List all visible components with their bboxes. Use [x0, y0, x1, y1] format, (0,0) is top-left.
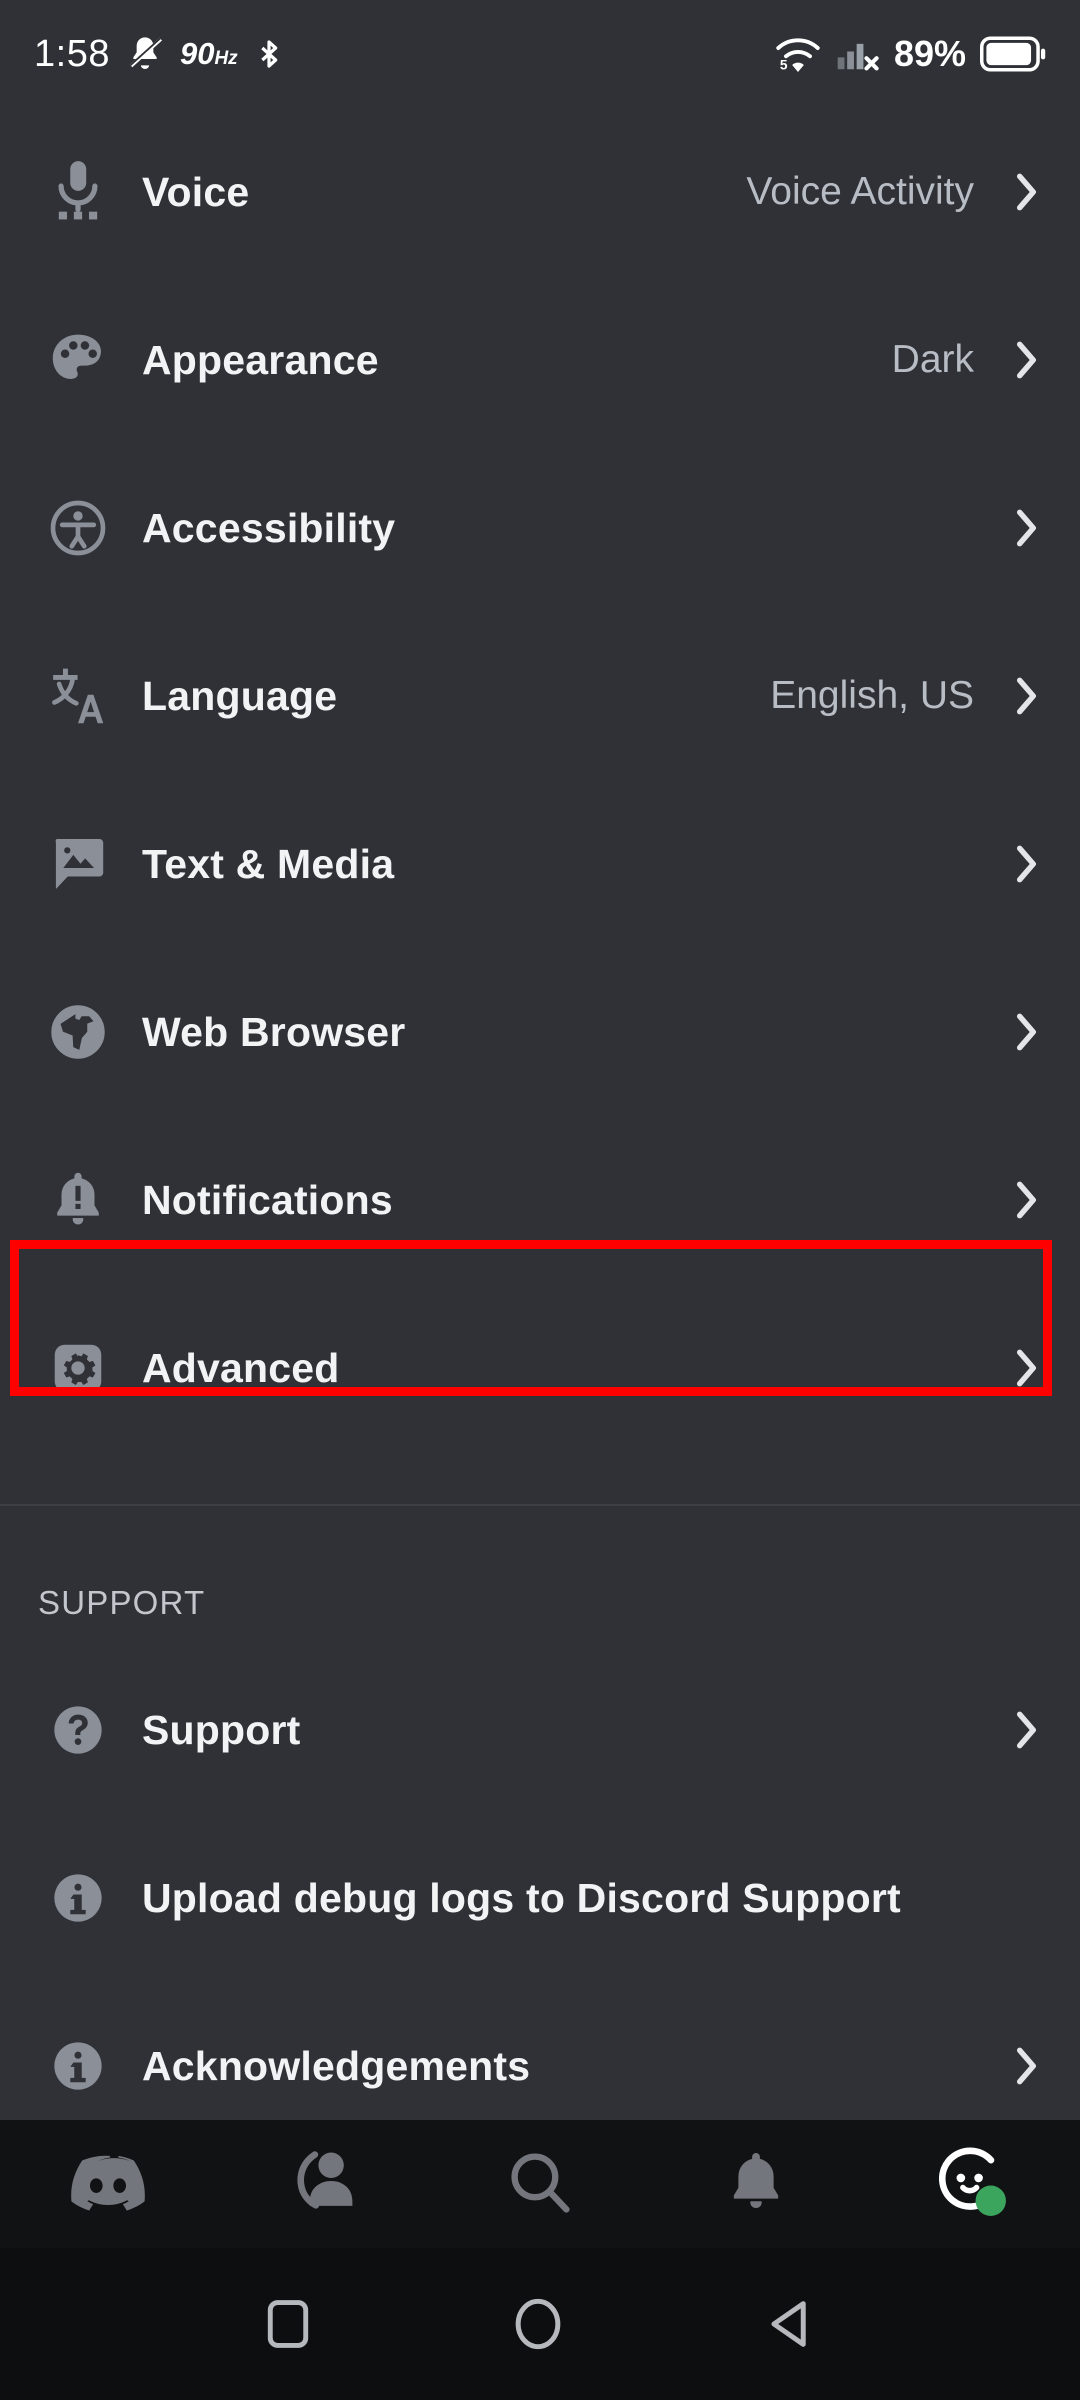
settings-row-accessibility[interactable]: Accessibility [0, 444, 1080, 612]
wifi-icon: 5 [774, 34, 822, 74]
settings-row-label: Support [142, 1706, 301, 1753]
chevron-right-icon [1000, 337, 1044, 383]
globe-icon [36, 1004, 120, 1060]
chevron-right-icon [1000, 2043, 1044, 2089]
profile-avatar-icon [934, 2144, 1010, 2225]
settings-row-value: English, US [770, 674, 974, 717]
settings-row-voice[interactable]: Voice Voice Activity [0, 108, 1080, 276]
chevron-right-icon [1000, 1345, 1044, 1391]
chevron-right-icon [1000, 1707, 1044, 1753]
svg-text:5: 5 [780, 57, 788, 72]
nav-item-notifications[interactable] [648, 2120, 864, 2248]
status-clock: 1:58 [34, 32, 110, 75]
system-navigation-bar[interactable] [0, 2248, 1080, 2400]
settings-row-label: Web Browser [142, 1008, 406, 1055]
settings-row-label: Voice [142, 168, 250, 215]
settings-row-value: Voice Activity [746, 170, 974, 213]
bottom-navigation-bar[interactable] [0, 2120, 1080, 2248]
translate-icon [36, 666, 120, 726]
search-icon [507, 2149, 573, 2220]
bluetooth-icon [253, 32, 285, 76]
nav-item-search[interactable] [432, 2120, 648, 2248]
settings-list[interactable]: Voice Voice Activity Appearance Dark Acc… [0, 108, 1080, 2120]
settings-row-acknowledgements[interactable]: Acknowledgements [0, 1982, 1080, 2120]
chevron-right-icon [1000, 673, 1044, 719]
chevron-right-icon [1000, 841, 1044, 887]
phone-screen: 1:58 90 Hz 5 89% Voice Voice Activity Ap… [0, 0, 1080, 2400]
gear-icon [36, 1340, 120, 1396]
info-circle-icon [36, 2039, 120, 2093]
section-header-support: SUPPORT [38, 1584, 206, 1621]
refresh-rate-value: 90 [179, 36, 215, 71]
settings-row-upload-debug-logs[interactable]: Upload debug logs to Discord Support [0, 1814, 1080, 1982]
settings-row-support[interactable]: Support [0, 1646, 1080, 1814]
question-circle-icon [36, 1703, 120, 1757]
recents-square-icon[interactable] [264, 2296, 312, 2352]
settings-row-label: Acknowledgements [142, 2042, 531, 2089]
battery-percent-label: 89% [893, 33, 966, 74]
microphone-icon [36, 160, 120, 224]
chevron-right-icon [1000, 169, 1044, 215]
settings-row-appearance[interactable]: Appearance Dark [0, 276, 1080, 444]
settings-row-notifications[interactable]: Notifications [0, 1116, 1080, 1284]
bell-muted-icon [125, 32, 165, 76]
home-circle-icon[interactable] [512, 2295, 564, 2353]
settings-row-language[interactable]: Language English, US [0, 612, 1080, 780]
refresh-rate-unit: Hz [214, 48, 238, 69]
settings-row-text-media[interactable]: Text & Media [0, 780, 1080, 948]
settings-row-label: Accessibility [142, 504, 396, 551]
settings-row-label: Advanced [142, 1344, 340, 1391]
chevron-right-icon [1000, 1009, 1044, 1055]
bell-alert-icon [36, 1170, 120, 1230]
settings-row-label: Language [142, 672, 338, 719]
refresh-rate-indicator: 90 Hz [180, 36, 238, 72]
palette-icon [36, 331, 120, 389]
status-bar-right: 5 89% [774, 33, 1046, 75]
info-circle-icon [36, 1871, 120, 1925]
chevron-right-icon [1000, 505, 1044, 551]
settings-row-label: Appearance [142, 336, 379, 383]
image-message-icon [36, 835, 120, 893]
notifications-icon [726, 2150, 786, 2219]
battery-icon [980, 36, 1046, 72]
settings-row-web-browser[interactable]: Web Browser [0, 948, 1080, 1116]
accessibility-icon [36, 499, 120, 557]
status-bar-left: 1:58 90 Hz [34, 32, 285, 76]
nav-item-profile[interactable] [864, 2120, 1080, 2248]
settings-row-value: Dark [891, 338, 974, 381]
settings-row-advanced[interactable]: Advanced [0, 1284, 1080, 1452]
nav-item-friends[interactable] [216, 2120, 432, 2248]
friends-icon [291, 2149, 357, 2220]
discord-home-icon [69, 2152, 147, 2217]
nav-item-home[interactable] [0, 2120, 216, 2248]
settings-row-label: Text & Media [142, 840, 395, 887]
status-bar: 1:58 90 Hz 5 89% [0, 0, 1080, 108]
chevron-right-icon [1000, 1177, 1044, 1223]
settings-row-label: Notifications [142, 1176, 393, 1223]
settings-row-label: Upload debug logs to Discord Support [142, 1874, 901, 1921]
back-triangle-icon[interactable] [764, 2295, 816, 2353]
cellular-no-service-icon [836, 34, 880, 74]
